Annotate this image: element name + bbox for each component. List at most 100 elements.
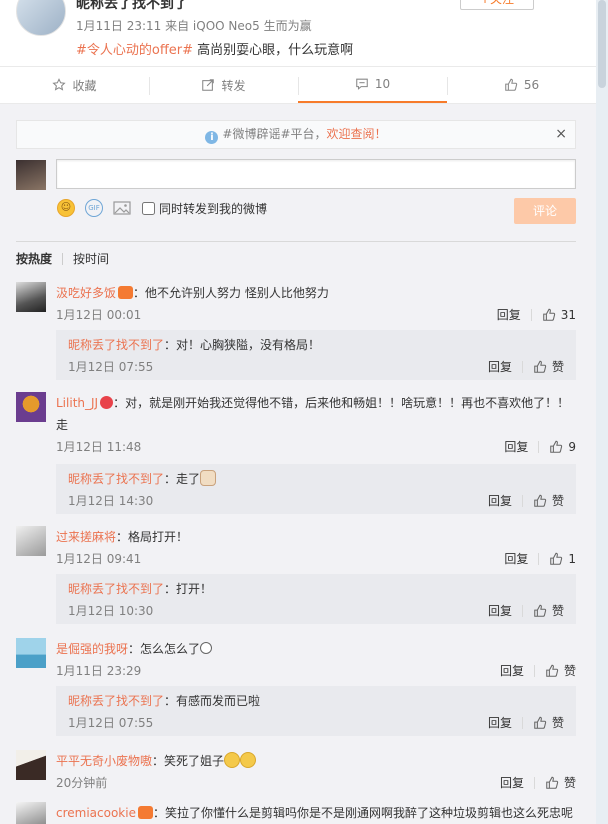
reply-user[interactable]: 昵称丢了找不到了 <box>68 582 164 596</box>
like-label: 赞 <box>563 664 576 678</box>
comment-count: 10 <box>374 77 391 91</box>
comment-user[interactable]: cremiacookie <box>56 806 136 820</box>
avatar[interactable] <box>16 638 46 668</box>
also-repost-label: 同时转发到我的微博 <box>159 201 268 216</box>
avatar[interactable] <box>16 750 46 780</box>
reply-item: 昵称丢了找不到了：有感而发而已啦 1月12日 07:55 回复 赞 <box>56 686 576 736</box>
comment-user[interactable]: Lilith_JJ <box>56 396 98 410</box>
like-label: 赞 <box>551 360 564 374</box>
comment-like-button[interactable]: 9 <box>549 436 576 458</box>
reply-item: 昵称丢了找不到了：走了 1月12日 14:30 回复 赞 <box>56 464 576 514</box>
emoji-icon: ☺ <box>57 199 75 217</box>
comment-input[interactable] <box>56 159 576 189</box>
avatar[interactable] <box>16 802 46 824</box>
reply-like-button[interactable]: 赞 <box>533 712 564 734</box>
reply-button[interactable]: 回复 <box>500 772 524 794</box>
reply-like-button[interactable]: 赞 <box>533 600 564 622</box>
also-repost-checkbox[interactable] <box>142 201 155 215</box>
sort-by-hot[interactable]: 按热度 <box>16 250 52 267</box>
comment-like-button[interactable]: 1 <box>549 548 576 570</box>
clock-emoji-icon <box>200 642 213 654</box>
post-author-name[interactable]: 昵称丢了找不到了 <box>76 0 188 13</box>
notice-link[interactable]: 欢迎查阅！ <box>327 127 387 141</box>
sort-by-time[interactable]: 按时间 <box>73 250 109 267</box>
comment-user[interactable]: 是倔强的我呀 <box>56 642 128 656</box>
comment-time: 1月11日 23:29 <box>56 664 142 678</box>
post-author-avatar[interactable] <box>16 0 66 36</box>
comment-like-button[interactable]: 赞 <box>545 660 576 682</box>
reply-like-button[interactable]: 赞 <box>533 356 564 378</box>
reply-content: ：走了 <box>164 472 201 486</box>
comment-user[interactable]: 过来搓麻将 <box>56 530 116 544</box>
comment-time: 20分钟前 <box>56 776 108 790</box>
thumb-up-icon <box>550 440 563 453</box>
reply-button[interactable]: 回复 <box>504 436 528 458</box>
thumb-up-icon <box>550 552 563 565</box>
thumb-up-icon <box>534 494 547 507</box>
comment-content: ：笑死了姐子 <box>152 754 225 768</box>
gif-button[interactable]: GIF <box>84 198 104 218</box>
reply-button[interactable]: 回复 <box>488 600 512 622</box>
avatar[interactable] <box>16 526 46 556</box>
avatar[interactable] <box>16 392 46 422</box>
comment-text: 是倔强的我呀：怎么怎么了 <box>56 638 576 660</box>
repost-button[interactable]: 转发 <box>149 67 298 103</box>
repost-label: 转发 <box>221 78 246 93</box>
submit-comment-button[interactable]: 评论 <box>514 198 576 224</box>
reply-button[interactable]: 回复 <box>500 660 524 682</box>
scrollbar-thumb[interactable] <box>598 0 606 88</box>
like-button[interactable]: 56 <box>447 67 596 103</box>
comment-user[interactable]: 汲吃好多饭 <box>56 286 116 300</box>
image-icon <box>113 201 131 215</box>
thumb-up-icon <box>542 308 555 321</box>
sort-divider <box>62 252 64 265</box>
reply-button[interactable]: 回复 <box>504 548 528 570</box>
reply-user[interactable]: 昵称丢了找不到了 <box>68 472 164 486</box>
comment-time: 1月12日 00:01 <box>56 308 142 322</box>
comment-button[interactable]: 10 <box>298 67 447 103</box>
comment-user[interactable]: 平平无奇小废物嗷 <box>56 754 152 768</box>
comment-content: ：格局打开！ <box>116 530 189 544</box>
comment-icon <box>356 78 368 90</box>
comment-like-button[interactable]: 赞 <box>545 772 576 794</box>
reply-button[interactable]: 回复 <box>497 304 521 326</box>
reply-button[interactable]: 回复 <box>488 712 512 734</box>
avatar[interactable] <box>16 282 46 312</box>
repost-icon <box>202 79 215 91</box>
star-icon <box>52 78 67 91</box>
favorite-button[interactable]: 收藏 <box>0 67 149 103</box>
follow-button[interactable]: +关注 <box>460 0 534 10</box>
my-avatar <box>16 160 46 190</box>
emoji-button[interactable]: ☺ <box>56 198 76 218</box>
reply-button[interactable]: 回复 <box>488 490 512 512</box>
reply-time: 1月12日 07:55 <box>68 360 154 374</box>
reply-button[interactable]: 回复 <box>488 356 512 378</box>
post-text-body: 高尚别耍心眼，什么玩意啊 <box>193 43 354 58</box>
reply-content: ：打开！ <box>164 582 213 596</box>
like-label: 赞 <box>551 604 564 618</box>
image-button[interactable] <box>112 198 132 218</box>
fan-badge-icon <box>118 286 134 299</box>
thumb-up-icon <box>546 776 559 789</box>
comment-like-button[interactable]: 31 <box>542 304 576 326</box>
also-repost-option[interactable]: 同时转发到我的微博 <box>142 200 267 217</box>
reply-item: 昵称丢了找不到了：对！心胸狭隘，没有格局！ 1月12日 07:55 回复 赞 <box>56 330 576 380</box>
comment-area: i #微博辟谣#平台，欢迎查阅！ × ☺ GIF 同时转发到我的微博 评论 按热度… <box>0 104 596 824</box>
like-label: 赞 <box>563 776 576 790</box>
thumb-up-icon <box>534 604 547 617</box>
favorite-label: 收藏 <box>72 78 97 93</box>
topic-link[interactable]: #令人心动的offer# <box>76 43 193 58</box>
like-count: 56 <box>523 78 540 92</box>
comment-text: 平平无奇小废物嗷：笑死了姐子 <box>56 750 576 772</box>
like-count: 1 <box>568 552 576 566</box>
reply-user[interactable]: 昵称丢了找不到了 <box>68 338 164 352</box>
reply-like-button[interactable]: 赞 <box>533 490 564 512</box>
post-text: #令人心动的offer# 高尚别耍心眼，什么玩意啊 <box>76 39 353 58</box>
thumb-up-icon <box>505 78 518 91</box>
comment-text: Lilith_JJ ：对，就是刚开始我还觉得他不错，后来他和畅姐！！啥玩意！！再也… <box>56 392 576 436</box>
weibo-post-card: 昵称丢了找不到了 +关注 1月11日 23:11 来自 iQOO Neo5 生而… <box>0 0 596 824</box>
close-icon[interactable]: × <box>555 121 567 148</box>
scrollbar[interactable] <box>596 0 608 824</box>
comment-text: 过来搓麻将：格局打开！ <box>56 526 576 548</box>
reply-user[interactable]: 昵称丢了找不到了 <box>68 694 164 708</box>
